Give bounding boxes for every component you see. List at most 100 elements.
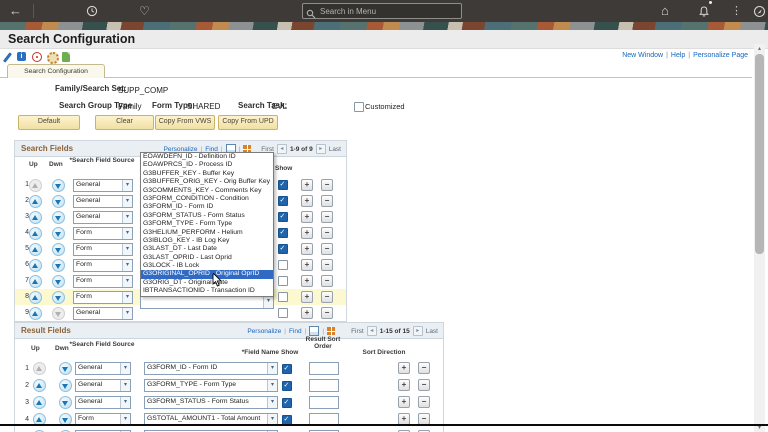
clear-button[interactable]: Clear [95, 115, 154, 130]
alarm-clock-icon[interactable] [32, 52, 42, 62]
show-checkbox[interactable] [278, 260, 288, 270]
navbar-compass-icon[interactable] [753, 3, 766, 19]
notifications-bell-icon[interactable] [698, 3, 710, 19]
dropdown-option[interactable]: G3FORM_CONDITION - Condition [141, 195, 273, 203]
search-field-source-select[interactable]: Form▾ [73, 275, 133, 288]
field-name-select[interactable]: G3FORM_STATUS - Form Status▾ [144, 396, 278, 409]
result-sort-order-input[interactable] [309, 379, 339, 392]
gear-icon[interactable] [47, 52, 59, 64]
add-row-button[interactable]: + [301, 211, 313, 223]
delete-row-button[interactable]: − [321, 179, 333, 191]
previous-page-icon[interactable]: ◂ [277, 144, 287, 154]
move-up-icon[interactable] [29, 195, 42, 208]
search-field-source-select[interactable]: Form▾ [73, 259, 133, 272]
dropdown-option[interactable]: G3LOCK - IB Lock [141, 262, 273, 270]
pagination-last[interactable]: Last [329, 146, 341, 153]
search-field-source-select[interactable]: Form▾ [73, 243, 133, 256]
move-up-icon[interactable] [29, 243, 42, 256]
dropdown-option[interactable]: G3COMMENTS_KEY - Comments Key [141, 187, 273, 195]
field-name-select[interactable]: ▾ [140, 295, 274, 309]
delete-row-button[interactable]: − [321, 227, 333, 239]
move-up-icon[interactable] [29, 291, 42, 304]
move-down-icon[interactable] [52, 259, 65, 272]
delete-row-button[interactable]: − [418, 379, 430, 391]
pagination-last[interactable]: Last [426, 328, 438, 335]
result-sort-order-input[interactable] [309, 362, 339, 375]
search-field-source-select[interactable]: Form▾ [73, 227, 133, 240]
field-name-select[interactable]: G3FORM_ID - Form ID▾ [144, 362, 278, 375]
dropdown-option[interactable]: IBTRANSACTIONID - Transaction ID [141, 287, 273, 295]
add-row-button[interactable]: + [301, 227, 313, 239]
show-checkbox[interactable] [278, 212, 288, 222]
show-checkbox[interactable] [282, 364, 292, 374]
delete-row-button[interactable]: − [321, 307, 333, 319]
delete-row-button[interactable]: − [321, 195, 333, 207]
download-grid-icon[interactable] [327, 327, 335, 335]
delete-row-button[interactable]: − [321, 291, 333, 303]
add-row-button[interactable]: + [301, 307, 313, 319]
show-checkbox[interactable] [282, 398, 292, 408]
tab-search-configuration[interactable]: Search Configuration [7, 64, 105, 78]
show-checkbox[interactable] [278, 196, 288, 206]
search-field-source-select[interactable]: General▾ [73, 195, 133, 208]
move-up-icon[interactable] [29, 211, 42, 224]
dropdown-option[interactable]: G3BUFFER_KEY - Buffer Key [141, 170, 273, 178]
move-down-icon[interactable] [52, 179, 65, 192]
dropdown-option[interactable]: G3LAST_OPRID - Last Oprid [141, 254, 273, 262]
dropdown-option[interactable]: G3HELIUM_PERFORM - Helium [141, 229, 273, 237]
show-checkbox[interactable] [278, 244, 288, 254]
search-field-source-select[interactable]: General▾ [75, 379, 131, 392]
next-page-icon[interactable]: ▸ [316, 144, 326, 154]
search-input[interactable] [318, 4, 460, 19]
dropdown-option[interactable]: G3FORM_STATUS - Form Status [141, 212, 273, 220]
move-down-icon[interactable] [52, 227, 65, 240]
next-page-icon[interactable]: ▸ [413, 326, 423, 336]
copy-from-vws-button[interactable]: Copy From VWS [155, 115, 215, 130]
move-down-icon[interactable] [52, 243, 65, 256]
search-field-source-select[interactable]: General▾ [73, 307, 133, 320]
delete-row-button[interactable]: − [418, 396, 430, 408]
move-up-icon[interactable] [33, 379, 46, 392]
search-field-source-select[interactable]: Form▾ [73, 291, 133, 304]
move-down-icon[interactable] [59, 379, 72, 392]
personalize-page-link[interactable]: Personalize Page [693, 52, 748, 59]
search-field-source-select[interactable]: General▾ [75, 362, 131, 375]
add-row-button[interactable]: + [398, 362, 410, 374]
add-row-button[interactable]: + [301, 259, 313, 271]
previous-page-icon[interactable]: ◂ [367, 326, 377, 336]
copy-from-upd-button[interactable]: Copy From UPD [218, 115, 278, 130]
move-down-icon[interactable] [52, 291, 65, 304]
show-checkbox[interactable] [278, 308, 288, 318]
help-link[interactable]: Help [671, 52, 685, 59]
result-sort-order-input[interactable] [309, 396, 339, 409]
dropdown-option[interactable]: G3FORM_ID - Form ID [141, 203, 273, 211]
customized-checkbox[interactable] [354, 102, 364, 112]
dropdown-option[interactable]: G3LAST_DT - Last Date [141, 245, 273, 253]
dropdown-option-selected[interactable]: G3ORIGINAL_OPRID - Original OprID [141, 270, 273, 278]
add-row-button[interactable]: + [301, 179, 313, 191]
vertical-scrollbar[interactable]: ▴ ▾ [754, 44, 765, 432]
dropdown-option[interactable]: G3FORM_TYPE - Form Type [141, 220, 273, 228]
default-button[interactable]: Default [18, 115, 80, 130]
dropdown-option[interactable]: G3IBLOG_KEY - IB Log Key [141, 237, 273, 245]
move-down-icon[interactable] [59, 362, 72, 375]
scrollbar-thumb[interactable] [755, 54, 764, 254]
show-checkbox[interactable] [278, 276, 288, 286]
recent-places-clock-icon[interactable] [86, 3, 98, 19]
pagination-first[interactable]: First [351, 328, 364, 335]
add-row-button[interactable]: + [301, 291, 313, 303]
move-down-icon[interactable] [52, 275, 65, 288]
dropdown-option[interactable]: G3ORIG_DT - Original Date [141, 279, 273, 287]
add-row-button[interactable]: + [398, 396, 410, 408]
move-up-icon[interactable] [29, 307, 42, 320]
new-window-link[interactable]: New Window [622, 52, 663, 59]
dropdown-option[interactable]: EOAWPRCS_ID - Process ID [141, 161, 273, 169]
add-row-button[interactable]: + [301, 243, 313, 255]
delete-row-button[interactable]: − [321, 275, 333, 287]
move-up-icon[interactable] [33, 396, 46, 409]
move-down-icon[interactable] [52, 195, 65, 208]
move-down-icon[interactable] [59, 396, 72, 409]
home-icon[interactable]: ⌂ [661, 3, 669, 19]
info-icon[interactable]: i [17, 52, 26, 61]
scroll-up-icon[interactable]: ▴ [754, 45, 765, 52]
